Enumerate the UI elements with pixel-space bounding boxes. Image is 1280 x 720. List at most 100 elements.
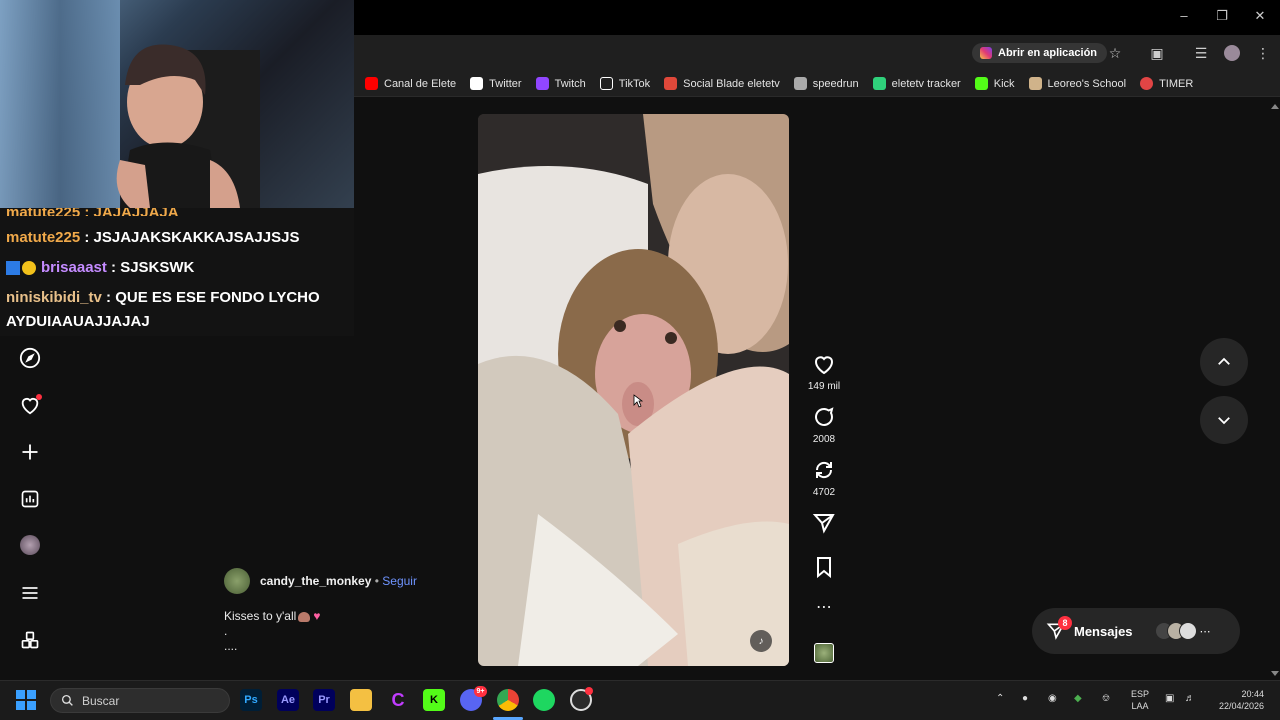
youtube-icon [365, 77, 378, 90]
close-window-button[interactable]: ✕ [1250, 8, 1270, 24]
tracker-icon [872, 77, 886, 90]
network-icon[interactable]: ▣ [1165, 693, 1174, 704]
notification-dot [36, 394, 42, 400]
search-icon [61, 694, 73, 706]
chevron-down-icon [1218, 417, 1230, 425]
profile-avatar-nav[interactable] [18, 533, 42, 557]
more-menu-icon[interactable] [18, 581, 42, 605]
canva-icon[interactable]: C [387, 689, 409, 711]
chevron-up-icon [1218, 357, 1230, 365]
taskbar-search-input[interactable]: Buscar [50, 688, 230, 713]
minimize-button[interactable]: – [1174, 8, 1194, 23]
speaker-icon: ♪ [758, 635, 764, 647]
pink-heart-icon: ♥ [313, 609, 321, 623]
obs-recording-dot [585, 687, 593, 695]
webcam-curtain [0, 0, 120, 208]
mouse-cursor [633, 394, 644, 408]
clock-time: 20:44 [1241, 689, 1264, 699]
layout-code: LAA [1131, 701, 1149, 711]
mute-toggle-button[interactable]: ♪ [750, 630, 772, 652]
like-count: 149 mil [807, 381, 841, 392]
bookmark-timer[interactable]: TIMER [1133, 73, 1200, 95]
messages-badge: 8 [1058, 616, 1072, 630]
bookmark-twitch[interactable]: Twitch [529, 73, 593, 95]
chat-sub-badge-icon [22, 261, 36, 276]
caption-line-2: . [224, 624, 228, 638]
photoshop-icon[interactable]: Ps [240, 689, 262, 711]
kick-app-icon[interactable]: K [423, 689, 445, 711]
tray-steam-icon[interactable]: ◉ [1048, 693, 1057, 704]
open-in-app-button[interactable]: Abrir en aplicación [972, 43, 1108, 63]
more-options-icon[interactable]: ⋯ [806, 598, 842, 618]
messages-button[interactable]: Mensajes ⋯ [1032, 608, 1240, 654]
chat-username: matute225 [6, 229, 81, 246]
school-icon [1028, 77, 1042, 90]
menu-dots-icon[interactable]: ⋮ [1254, 44, 1272, 62]
star-icon[interactable]: ☆ [1106, 44, 1124, 62]
tiktok-icon [599, 77, 613, 90]
open-in-app-label: Abrir en aplicación [998, 47, 1098, 59]
taskbar-clock[interactable]: 20:44 22/04/2026 [1206, 688, 1264, 712]
chrome-icon[interactable] [497, 689, 519, 711]
comment-action[interactable]: 2008 [806, 405, 842, 445]
chat-username: brisaaast [41, 259, 107, 276]
tray-discord-icon[interactable]: ● [1022, 693, 1028, 704]
tray-mic-icon[interactable]: ⎊ [1102, 693, 1110, 704]
maximize-button[interactable]: ❐ [1212, 8, 1232, 24]
page-scrollbar[interactable] [1268, 100, 1280, 680]
tray-expand-icon[interactable]: ⌃ [996, 693, 1004, 704]
bookmark-kick[interactable]: Kick [968, 73, 1022, 95]
like-action[interactable]: 149 mil [806, 352, 842, 392]
speedrun-icon [793, 77, 807, 90]
messages-avatars: ⋯ [1154, 622, 1211, 640]
address-bar[interactable] [354, 35, 1280, 71]
create-plus-icon[interactable] [18, 440, 42, 464]
author-avatar[interactable] [224, 568, 250, 594]
media-control-icon[interactable]: ☰ [1192, 44, 1210, 62]
follow-button[interactable]: Seguir [382, 574, 417, 588]
audio-thumbnail[interactable] [814, 643, 834, 663]
caption-line-1: Kisses to y'all [224, 609, 297, 623]
reel-video-frame [478, 114, 789, 666]
previous-reel-button[interactable] [1200, 338, 1248, 386]
chat-message: matute225 : JSJAJAKSKAKKAJSAJJSJS [6, 226, 348, 250]
also-from-meta-icon[interactable] [18, 628, 42, 652]
bookmark-social-blade[interactable]: Social Blade eletetv [657, 73, 787, 95]
file-explorer-icon[interactable] [350, 689, 372, 711]
reel-video[interactable]: ♪ [478, 114, 789, 666]
keyboard-language[interactable]: ESP LAA [1131, 688, 1149, 712]
explore-icon[interactable] [18, 346, 42, 370]
save-action[interactable] [806, 555, 842, 584]
webcam-streamer [116, 44, 260, 208]
bookmark-canal-de-elete[interactable]: Canal de Elete [358, 73, 463, 95]
post-author-row: candy_the_monkey • Seguir [224, 568, 417, 594]
profile-avatar[interactable] [1224, 45, 1240, 61]
search-placeholder: Buscar [82, 693, 120, 708]
heart-icon [815, 356, 833, 375]
windows-start-icon[interactable] [16, 690, 36, 710]
repost-action[interactable]: 4702 [806, 458, 842, 498]
bookmark-eletetv-tracker[interactable]: eletetv tracker [866, 73, 968, 95]
x-icon [470, 77, 484, 90]
premiere-icon[interactable]: Pr [313, 689, 335, 711]
tray-security-icon[interactable]: ◆ [1074, 693, 1082, 704]
comment-count: 2008 [812, 434, 836, 445]
share-action[interactable] [806, 511, 842, 540]
repost-icon [815, 461, 833, 479]
bookmark-twitter[interactable]: Twitter [463, 73, 528, 95]
extensions-icon[interactable]: ▣ [1148, 44, 1166, 62]
bookmark-leoreos-school[interactable]: Leoreo's School [1022, 73, 1134, 95]
dashboard-icon[interactable] [18, 487, 42, 511]
bookmark-icon [817, 557, 831, 579]
next-reel-button[interactable] [1200, 396, 1248, 444]
volume-icon[interactable]: ♬ [1185, 693, 1195, 704]
caption-line-3: .... [224, 639, 238, 653]
repost-count: 4702 [812, 487, 836, 498]
bookmark-speedrun[interactable]: speedrun [787, 73, 866, 95]
author-username[interactable]: candy_the_monkey [260, 574, 371, 588]
spotify-icon[interactable] [533, 689, 555, 711]
bookmark-tiktok[interactable]: TikTok [593, 73, 657, 95]
after-effects-icon[interactable]: Ae [277, 689, 299, 711]
stream-chat: matute225 : JAJAJJAJA matute225 : JSJAJA… [0, 208, 354, 336]
notifications-heart-icon[interactable] [18, 393, 42, 417]
